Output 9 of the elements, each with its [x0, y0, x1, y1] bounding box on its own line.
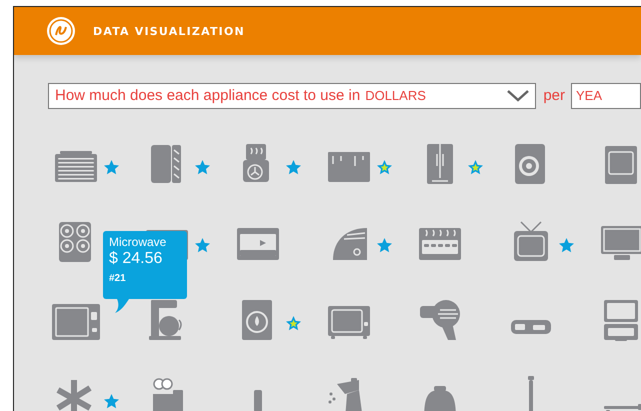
per-label: per [543, 87, 565, 104]
chevron-icon [507, 90, 530, 102]
app-title: DATA VISUALIZATION [93, 24, 245, 38]
period-dropdown[interactable]: YEA [571, 82, 641, 108]
cost-value: $ 24.56 [109, 249, 164, 268]
rank-label: #21 [109, 273, 127, 284]
question-dropdown[interactable]: How much does each appliance cost to use in DOLLARS [48, 82, 536, 108]
logo-icon [46, 16, 76, 46]
appliance-name: Microwave [109, 235, 168, 249]
